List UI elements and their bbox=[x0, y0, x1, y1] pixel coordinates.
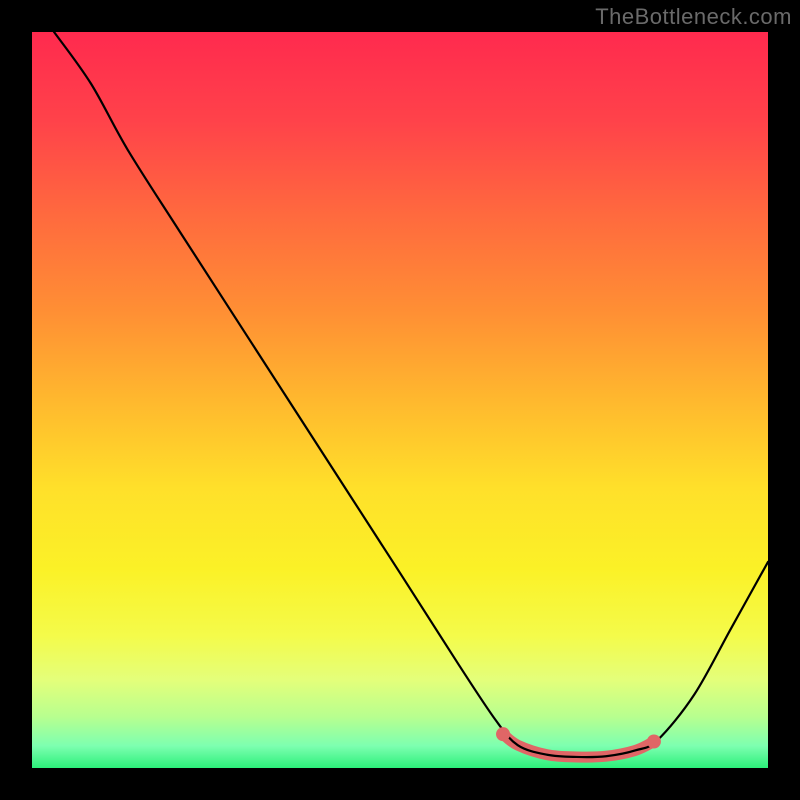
highlight-dot bbox=[496, 727, 510, 741]
bottleneck-chart bbox=[0, 0, 800, 800]
watermark-text: TheBottleneck.com bbox=[595, 4, 792, 30]
gradient-background bbox=[32, 32, 768, 768]
highlight-dot bbox=[647, 735, 661, 749]
outer-frame: TheBottleneck.com bbox=[0, 0, 800, 800]
